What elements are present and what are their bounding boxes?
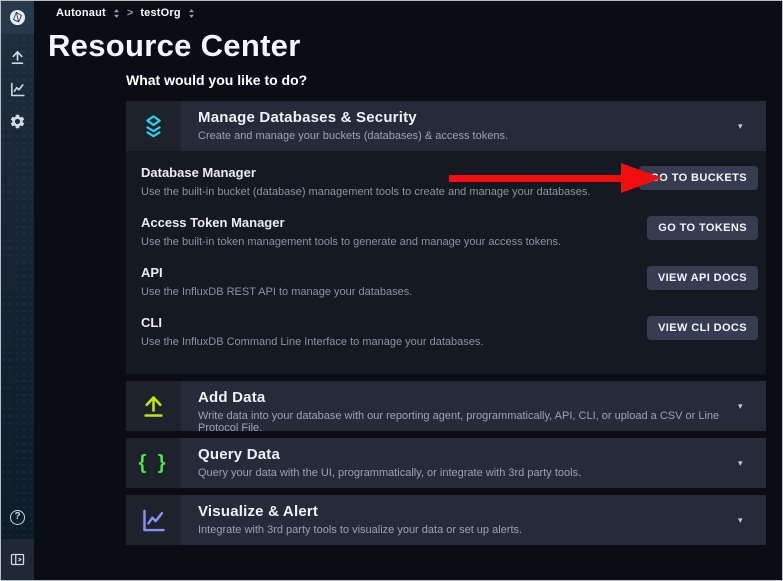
chevron-down-icon[interactable]: ▾ — [738, 438, 766, 488]
section-description: Integrate with 3rd party tools to visual… — [198, 524, 738, 536]
sidebar-bottom: ? — [1, 510, 34, 580]
upload-icon — [140, 393, 167, 420]
query-data-header[interactable]: { } Query Data Query your data with the … — [126, 438, 766, 488]
page-subtitle: What would you like to do? — [126, 72, 307, 88]
account-switcher-icon[interactable] — [113, 8, 120, 19]
detail-row-cli: CLI Use the InfluxDB Command Line Interf… — [126, 312, 766, 362]
resource-center-screen: ? Autonaut > testOrg Resource Center Wha… — [0, 0, 783, 581]
section-query-data: { } Query Data Query your data with the … — [126, 438, 766, 488]
sidebar-item-data-explorer[interactable] — [9, 81, 26, 98]
section-title: Add Data — [198, 389, 738, 406]
collapse-panel-button[interactable] — [1, 539, 34, 580]
section-add-data: Add Data Write data into your database w… — [126, 381, 766, 431]
section-description: Create and manage your buckets (database… — [198, 130, 738, 142]
chevron-down-icon[interactable]: ▾ — [738, 381, 766, 431]
upload-icon — [9, 49, 26, 66]
page-title: Resource Center — [48, 28, 301, 64]
add-data-header[interactable]: Add Data Write data into your database w… — [126, 381, 766, 431]
detail-row-access-token-manager: Access Token Manager Use the built-in to… — [126, 212, 766, 262]
breadcrumb-separator: > — [127, 7, 133, 19]
sidebar-item-load-data[interactable] — [9, 49, 26, 66]
influxdb-logo[interactable] — [1, 1, 34, 34]
section-title: Query Data — [198, 446, 738, 463]
detail-row-api: API Use the InfluxDB REST API to manage … — [126, 262, 766, 312]
line-chart-icon — [140, 507, 167, 534]
breadcrumb-account[interactable]: Autonaut — [56, 7, 106, 19]
breadcrumb: Autonaut > testOrg — [56, 5, 195, 21]
sidebar: ? — [1, 1, 34, 580]
sidebar-nav — [1, 34, 34, 130]
section-title: Visualize & Alert — [198, 503, 738, 520]
section-manage-databases-security: Manage Databases & Security Create and m… — [126, 101, 766, 374]
section-visualize-alert: Visualize & Alert Integrate with 3rd par… — [126, 495, 766, 545]
org-switcher-icon[interactable] — [188, 8, 195, 19]
help-icon[interactable]: ? — [10, 510, 25, 525]
panel-toggle-icon — [9, 551, 26, 568]
go-to-buckets-button[interactable]: GO TO BUCKETS — [639, 166, 758, 190]
view-api-docs-button[interactable]: VIEW API DOCS — [647, 266, 758, 290]
influxdb-globe-icon — [8, 8, 27, 27]
layers-icon — [140, 113, 167, 140]
gear-icon — [9, 113, 26, 130]
chevron-down-icon[interactable]: ▾ — [738, 495, 766, 545]
resource-cards: Manage Databases & Security Create and m… — [126, 101, 766, 552]
detail-row-database-manager: Database Manager Use the built-in bucket… — [126, 162, 766, 212]
section-description: Query your data with the UI, programmati… — [198, 467, 738, 479]
chevron-down-icon[interactable]: ▾ — [738, 101, 766, 151]
sidebar-item-settings[interactable] — [9, 113, 26, 130]
view-cli-docs-button[interactable]: VIEW CLI DOCS — [647, 316, 758, 340]
manage-databases-body: Database Manager Use the built-in bucket… — [126, 151, 766, 374]
line-chart-icon — [9, 81, 26, 98]
section-description: Write data into your database with our r… — [198, 410, 738, 431]
breadcrumb-org[interactable]: testOrg — [140, 7, 181, 19]
section-title: Manage Databases & Security — [198, 109, 738, 126]
go-to-tokens-button[interactable]: GO TO TOKENS — [647, 216, 758, 240]
visualize-alert-header[interactable]: Visualize & Alert Integrate with 3rd par… — [126, 495, 766, 545]
curly-braces-icon: { } — [138, 452, 168, 475]
manage-databases-header[interactable]: Manage Databases & Security Create and m… — [126, 101, 766, 151]
